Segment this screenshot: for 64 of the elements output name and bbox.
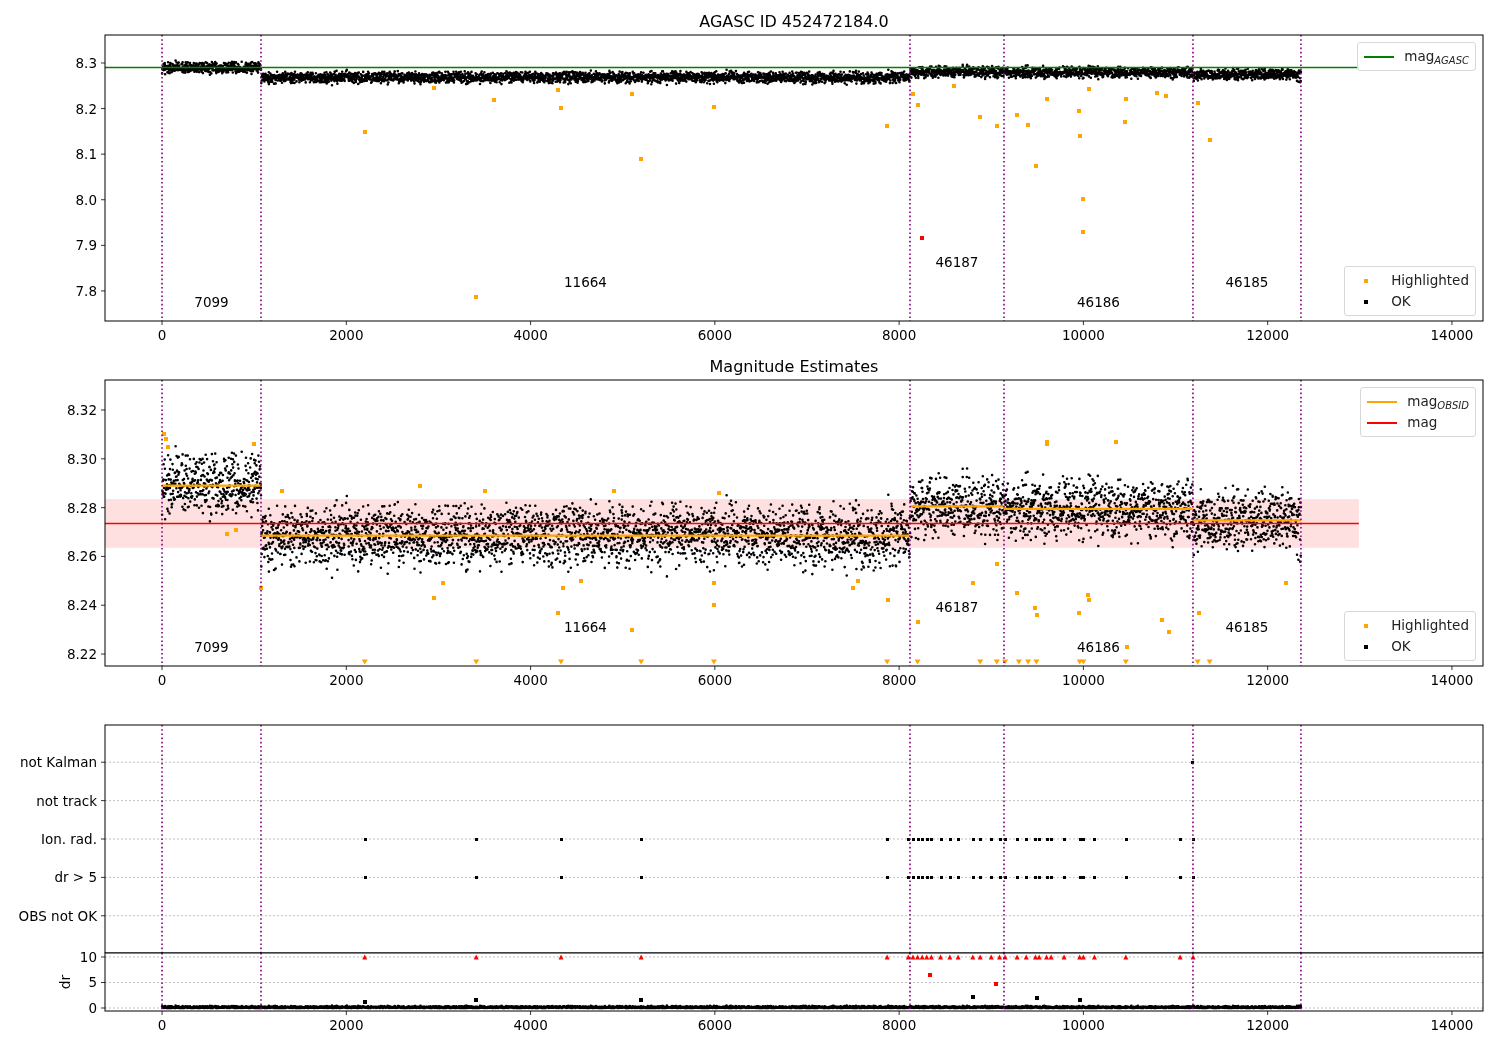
tick-label: 8.32 xyxy=(66,402,97,418)
obsid-label: 46186 xyxy=(1077,638,1120,655)
tick-label: 7.9 xyxy=(75,237,97,254)
tick-label: 2000 xyxy=(329,327,364,343)
tick-label: 8.1 xyxy=(75,146,97,163)
tick-label: 12000 xyxy=(1246,672,1290,688)
legend-label: mag$_{OBSID}$ xyxy=(1407,392,1469,412)
tick-label: 2000 xyxy=(329,672,364,688)
row-label: not track xyxy=(36,792,97,809)
legend-label: Highlighted xyxy=(1391,616,1469,636)
tick-label: 6000 xyxy=(697,1017,733,1033)
tick-label: 8.28 xyxy=(66,499,97,516)
tick-label: 6000 xyxy=(697,672,733,688)
tick-label: 12000 xyxy=(1246,327,1290,343)
legend-label: Highlighted xyxy=(1391,271,1469,291)
row-label: dr > 5 xyxy=(54,869,97,886)
tick-label: 8.2 xyxy=(75,100,97,117)
tick-label: 0 xyxy=(157,1017,167,1033)
row-label: Ion. rad. xyxy=(40,831,97,847)
tick-label: 8000 xyxy=(881,672,917,688)
chart-title: AGASC ID 452472184.0 xyxy=(699,12,889,31)
chart-title: Magnitude Estimates xyxy=(709,357,879,376)
tick-label: 8.3 xyxy=(75,55,97,71)
obsid-label: 11664 xyxy=(564,273,607,290)
legend-label: mag$_{AGASC}$ xyxy=(1404,47,1469,67)
tick-label: 14000 xyxy=(1430,672,1474,688)
tick-label: 8.22 xyxy=(66,646,97,663)
obsid-label: 7099 xyxy=(194,638,229,655)
legend-label: mag xyxy=(1407,413,1438,433)
tick-label: 14000 xyxy=(1430,327,1474,343)
tick-label: 10000 xyxy=(1061,327,1105,343)
tick-label: 10 xyxy=(79,949,97,965)
tick-label: 2000 xyxy=(329,1017,364,1033)
row-label: not Kalman xyxy=(19,754,97,771)
tick-label: 0 xyxy=(157,672,167,688)
tick-label: 0 xyxy=(157,327,167,343)
tick-label: 8.24 xyxy=(66,597,97,614)
tick-label: 7.8 xyxy=(75,282,97,299)
legend-label: OK xyxy=(1391,637,1411,657)
tick-label: 4000 xyxy=(513,327,548,343)
tick-label: 8000 xyxy=(881,1017,917,1033)
obsid-label: 46185 xyxy=(1225,273,1269,290)
obsid-label: 46185 xyxy=(1225,618,1269,635)
tick-label: 8.0 xyxy=(75,191,97,208)
tick-label: 4000 xyxy=(513,672,548,688)
tick-label: 8000 xyxy=(881,327,917,343)
obsid-label: 46187 xyxy=(935,598,979,615)
legend-label: OK xyxy=(1391,292,1411,312)
obsid-label: 7099 xyxy=(194,293,229,310)
obsid-label: 11664 xyxy=(564,618,607,635)
row-label: OBS not OK xyxy=(18,907,97,924)
tick-label: 12000 xyxy=(1246,1017,1290,1033)
obsid-label: 46187 xyxy=(935,253,979,270)
tick-label: 6000 xyxy=(697,327,733,343)
obsid-label: 46186 xyxy=(1077,293,1120,310)
tick-label: 5 xyxy=(88,974,97,991)
axis-label: dr xyxy=(57,974,73,990)
tick-label: 8.26 xyxy=(66,548,97,565)
tick-label: 0 xyxy=(88,1000,97,1016)
tick-label: 10000 xyxy=(1061,1017,1105,1033)
tick-label: 4000 xyxy=(513,1017,548,1033)
tick-label: 14000 xyxy=(1430,1017,1474,1033)
tick-label: 8.30 xyxy=(66,450,97,467)
tick-label: 10000 xyxy=(1061,672,1105,688)
